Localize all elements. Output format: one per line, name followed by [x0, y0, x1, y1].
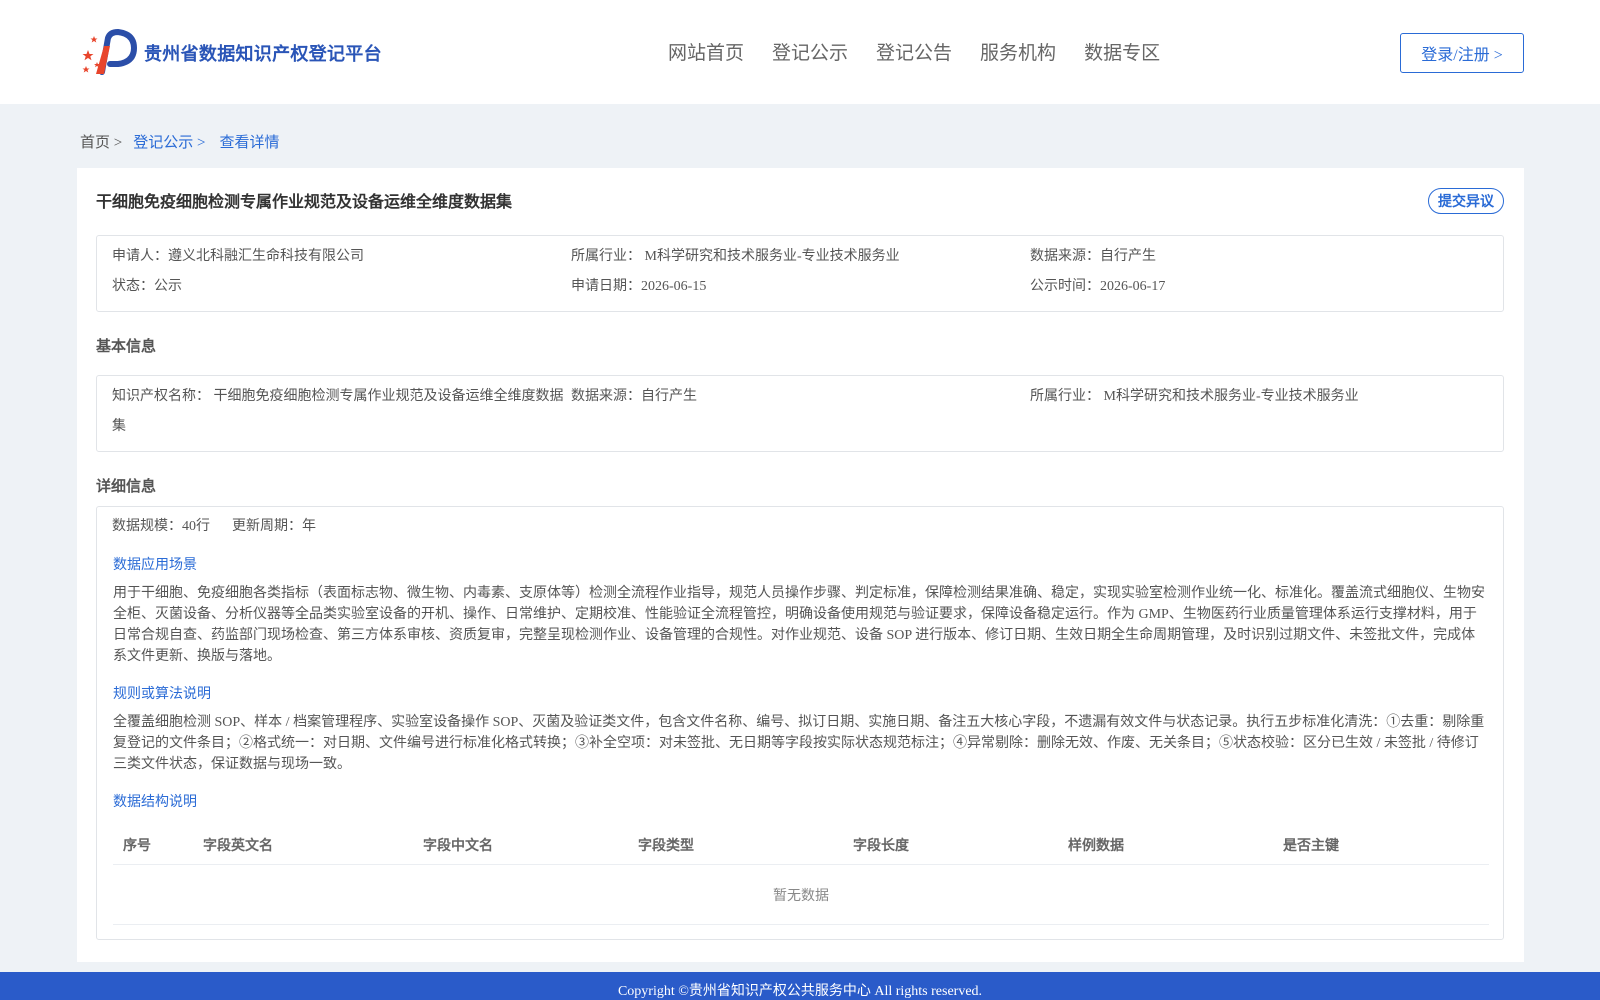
detail-card: 干细胞免疫细胞检测专属作业规范及设备运维全维度数据集 提交异议 申请人：遵义北科…	[77, 168, 1524, 962]
nav-item-service-agencies[interactable]: 服务机构	[980, 38, 1056, 65]
logo-emblem-icon	[80, 28, 138, 78]
breadcrumb: 首页 > 登记公示 > 查看详情	[80, 131, 279, 152]
table-empty-state: 暂无数据	[113, 865, 1489, 925]
publish-date: 公示时间：2026-06-17	[1030, 279, 1166, 294]
breadcrumb-current: 查看详情	[219, 135, 280, 151]
detail-info-heading: 详细信息	[96, 479, 157, 495]
industry: 所属行业： M科学研究和技术服务业-专业技术服务业	[571, 249, 900, 264]
breadcrumb-home[interactable]: 首页 >	[80, 131, 122, 152]
basic-data-source: 数据来源：自行产生	[571, 389, 697, 404]
site-logo[interactable]: 贵州省数据知识产权登记平台	[80, 28, 382, 78]
nav-item-registration-announcement[interactable]: 登记公告	[876, 38, 952, 65]
status: 状态：公示	[112, 279, 182, 294]
structure-heading: 数据结构说明	[113, 795, 197, 810]
login-register-button[interactable]: 登录/注册 >	[1400, 33, 1524, 73]
col-field-length: 字段长度	[853, 839, 909, 854]
col-field-en: 字段英文名	[203, 839, 273, 854]
nav-item-home[interactable]: 网站首页	[668, 38, 744, 65]
copyright-text: Copyright ©贵州省知识产权公共服务中心 All rights rese…	[617, 984, 983, 999]
col-sample: 样例数据	[1068, 839, 1124, 854]
nav-item-registration-publicity[interactable]: 登记公示	[772, 38, 848, 65]
ip-name: 知识产权名称： 干细胞免疫细胞检测专属作业规范及设备运维全维度数据	[112, 389, 564, 404]
structure-table-header: 序号 字段英文名 字段中文名 字段类型 字段长度 样例数据 是否主键	[113, 823, 1489, 865]
page-title: 干细胞免疫细胞检测专属作业规范及设备运维全维度数据集	[96, 194, 513, 211]
nav-item-data-zone[interactable]: 数据专区	[1084, 38, 1160, 65]
scenario-heading: 数据应用场景	[113, 558, 197, 573]
site-name: 贵州省数据知识产权登记平台	[144, 44, 382, 64]
col-field-type: 字段类型	[638, 839, 694, 854]
data-scale: 数据规模：40行	[112, 519, 210, 534]
basic-industry: 所属行业： M科学研究和技术服务业-专业技术服务业	[1030, 389, 1359, 404]
rules-heading: 规则或算法说明	[113, 687, 211, 702]
update-cycle: 更新周期：年	[232, 519, 316, 534]
applicant: 申请人：遵义北科融汇生命科技有限公司	[112, 249, 364, 264]
detail-info-panel: 数据规模：40行 更新周期：年 数据应用场景 用于干细胞、免疫细胞各类指标（表面…	[96, 506, 1504, 940]
summary-panel: 申请人：遵义北科融汇生命科技有限公司 所属行业： M科学研究和技术服务业-专业技…	[96, 235, 1504, 312]
col-field-cn: 字段中文名	[423, 839, 493, 854]
ip-name-cont: 集	[112, 419, 126, 434]
scenario-text: 用于干细胞、免疫细胞各类指标（表面标志物、微生物、内毒素、支原体等）检测全流程作…	[113, 586, 1485, 664]
submit-objection-button[interactable]: 提交异议	[1428, 188, 1504, 214]
site-footer: Copyright ©贵州省知识产权公共服务中心 All rights rese…	[0, 972, 1600, 1000]
main-nav: 网站首页 登记公示 登记公告 服务机构 数据专区	[668, 38, 1188, 65]
col-primary-key: 是否主键	[1283, 839, 1339, 854]
basic-info-heading: 基本信息	[96, 339, 157, 355]
basic-info-panel: 知识产权名称： 干细胞免疫细胞检测专属作业规范及设备运维全维度数据 集 数据来源…	[96, 375, 1504, 452]
col-index: 序号	[123, 839, 151, 854]
apply-date: 申请日期：2026-06-15	[571, 279, 707, 294]
data-source: 数据来源：自行产生	[1030, 249, 1156, 264]
breadcrumb-section[interactable]: 登记公示 >	[133, 131, 205, 152]
rules-text: 全覆盖细胞检测 SOP、样本 / 档案管理程序、实验室设备操作 SOP、灭菌及验…	[113, 715, 1485, 772]
site-header: 贵州省数据知识产权登记平台 网站首页 登记公示 登记公告 服务机构 数据专区 登…	[0, 0, 1600, 104]
